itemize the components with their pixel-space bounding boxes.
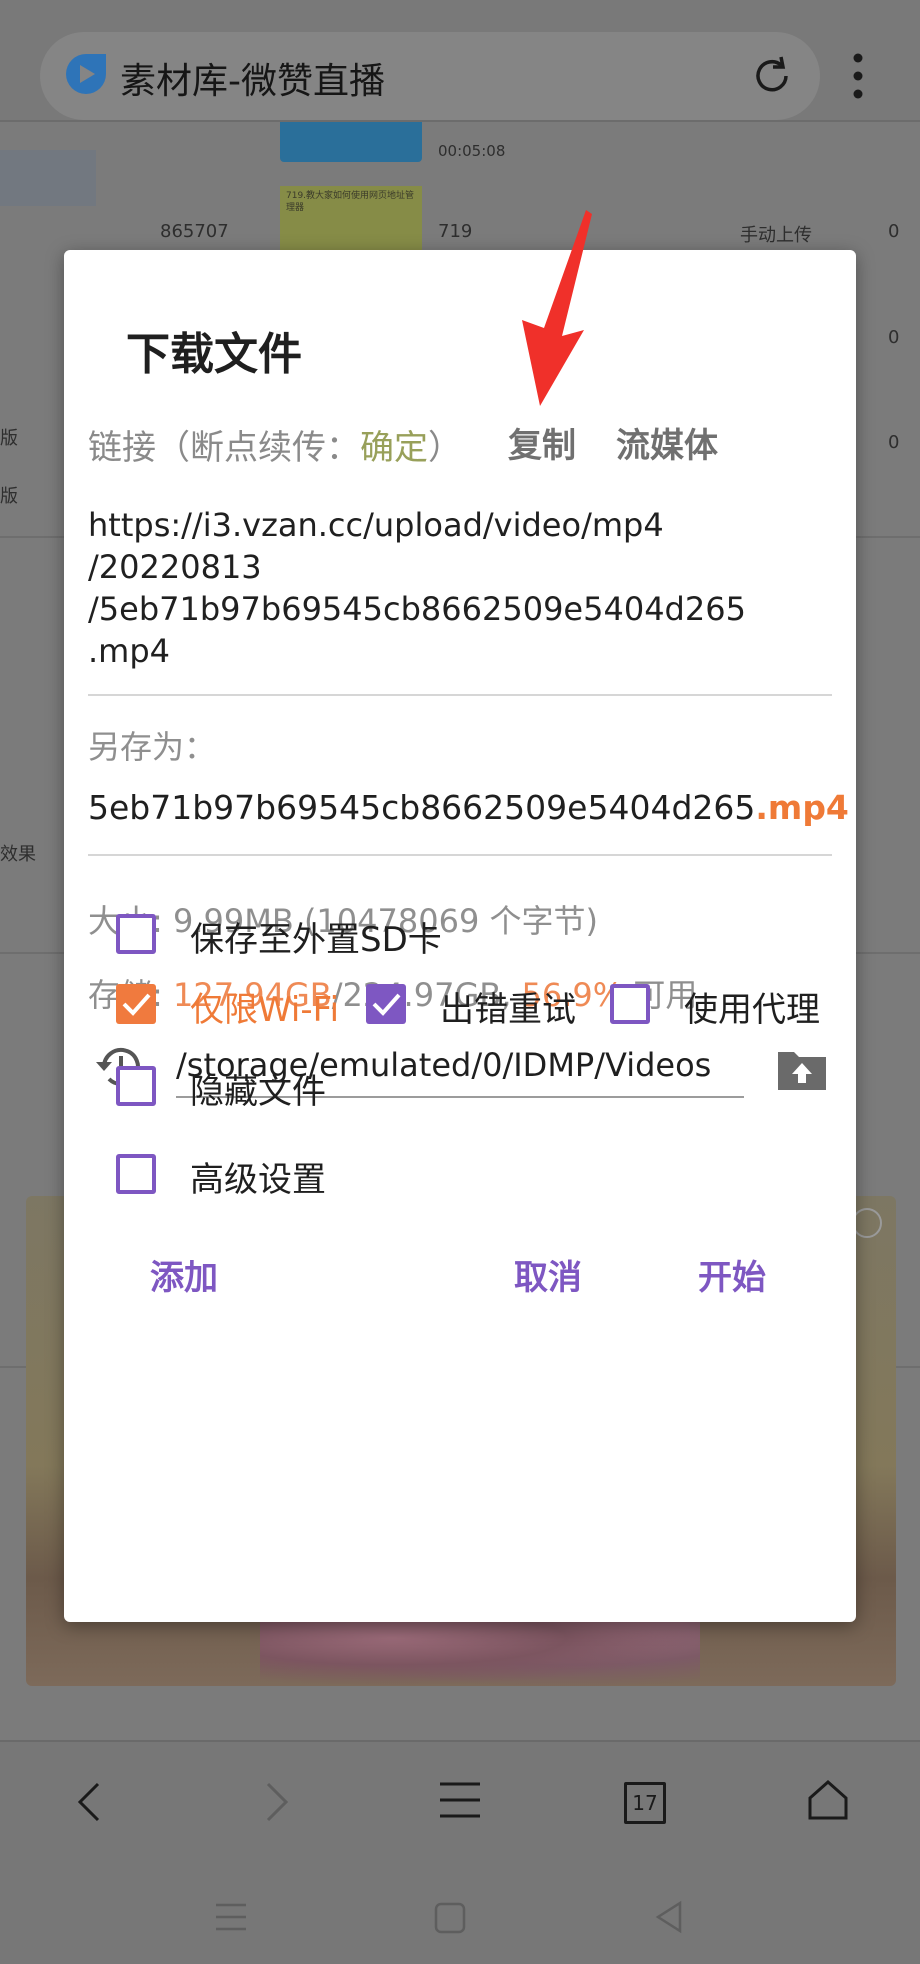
saveas-label: 另存为： xyxy=(88,728,217,766)
home-icon[interactable] xyxy=(806,1778,850,1822)
wifi-only-label[interactable]: 仅限Wi-Fi xyxy=(190,982,339,1031)
background-blue-button xyxy=(280,122,422,162)
streaming-button[interactable]: 流媒体 xyxy=(616,418,718,467)
wifi-only-checkbox[interactable] xyxy=(116,984,156,1024)
sd-card-label[interactable]: 保存至外置SD卡 xyxy=(190,912,442,961)
resume-confirm-label: 确定 xyxy=(360,428,428,468)
forward-icon[interactable] xyxy=(262,1780,292,1824)
bg-id: 865707 xyxy=(160,221,229,242)
bg-upload-type: 手动上传 xyxy=(740,225,812,246)
retry-checkbox[interactable] xyxy=(366,984,406,1024)
proxy-label[interactable]: 使用代理 xyxy=(684,982,820,1031)
background-thumbnail: 719.教大家如何使用网页地址管理器 xyxy=(280,186,422,256)
bg-count: 0 xyxy=(888,432,900,453)
advanced-settings-label[interactable]: 高级设置 xyxy=(190,1152,326,1201)
link-label: 链接（断点续传：确定） xyxy=(88,420,462,469)
menu-icon[interactable] xyxy=(438,1780,482,1820)
advanced-settings-checkbox[interactable] xyxy=(116,1154,156,1194)
download-dialog: 下载文件 链接（断点续传：确定） 复制 流媒体 https://i3.vzan.… xyxy=(64,250,856,1622)
url-divider xyxy=(88,694,832,696)
more-vert-icon[interactable] xyxy=(850,52,866,100)
bg-duration: 00:05:08 xyxy=(438,142,506,160)
retry-label[interactable]: 出错重试 xyxy=(440,982,576,1031)
filename-divider xyxy=(88,854,832,856)
reload-icon[interactable] xyxy=(748,52,796,100)
bg-count: 0 xyxy=(888,221,900,242)
ad-close-icon[interactable] xyxy=(852,1208,882,1238)
tabs-icon[interactable]: 17 xyxy=(624,1782,666,1824)
dialog-title: 下载文件 xyxy=(126,329,302,380)
sd-card-checkbox[interactable] xyxy=(116,914,156,954)
background-selected-row xyxy=(0,150,96,206)
check-icon xyxy=(122,993,151,1016)
cancel-button[interactable]: 取消 xyxy=(514,1250,582,1299)
link-label-suffix: ） xyxy=(428,428,462,468)
copy-button[interactable]: 复制 xyxy=(508,418,576,467)
bg-cell: 版 xyxy=(0,428,18,449)
recent-apps-icon[interactable] xyxy=(214,1902,248,1932)
bg-cell: 效果 xyxy=(0,844,36,865)
hidden-file-label[interactable]: 隐藏文件 xyxy=(190,1064,326,1113)
bg-number: 719 xyxy=(438,221,473,242)
add-button[interactable]: 添加 xyxy=(150,1250,218,1299)
filename-base: 5eb71b97b69545cb8662509e5404d265 xyxy=(88,788,756,827)
folder-upload-icon[interactable] xyxy=(776,1046,828,1092)
hidden-file-checkbox[interactable] xyxy=(116,1066,156,1106)
filename-field[interactable]: 5eb71b97b69545cb8662509e5404d265.mp4 xyxy=(88,788,849,827)
link-label-prefix: 链接（断点续传： xyxy=(88,428,360,468)
proxy-checkbox[interactable] xyxy=(610,984,650,1024)
bg-cell: 版 xyxy=(0,486,18,507)
app-logo-icon xyxy=(66,54,106,94)
back-icon[interactable] xyxy=(74,1780,104,1824)
red-annotation-arrow-icon xyxy=(522,210,592,406)
check-icon xyxy=(372,993,401,1016)
filename-extension: .mp4 xyxy=(755,788,849,827)
home-square-icon[interactable] xyxy=(434,1902,466,1934)
url-field[interactable]: https://i3.vzan.cc/upload/video/mp4 /202… xyxy=(88,504,848,672)
system-back-icon[interactable] xyxy=(654,1900,684,1934)
start-button[interactable]: 开始 xyxy=(698,1250,766,1299)
bg-count: 0 xyxy=(888,327,900,348)
bg-thumbnail-text: 719.教大家如何使用网页地址管理器 xyxy=(286,191,415,213)
page-title[interactable]: 素材库-微赞直播 xyxy=(120,52,385,104)
